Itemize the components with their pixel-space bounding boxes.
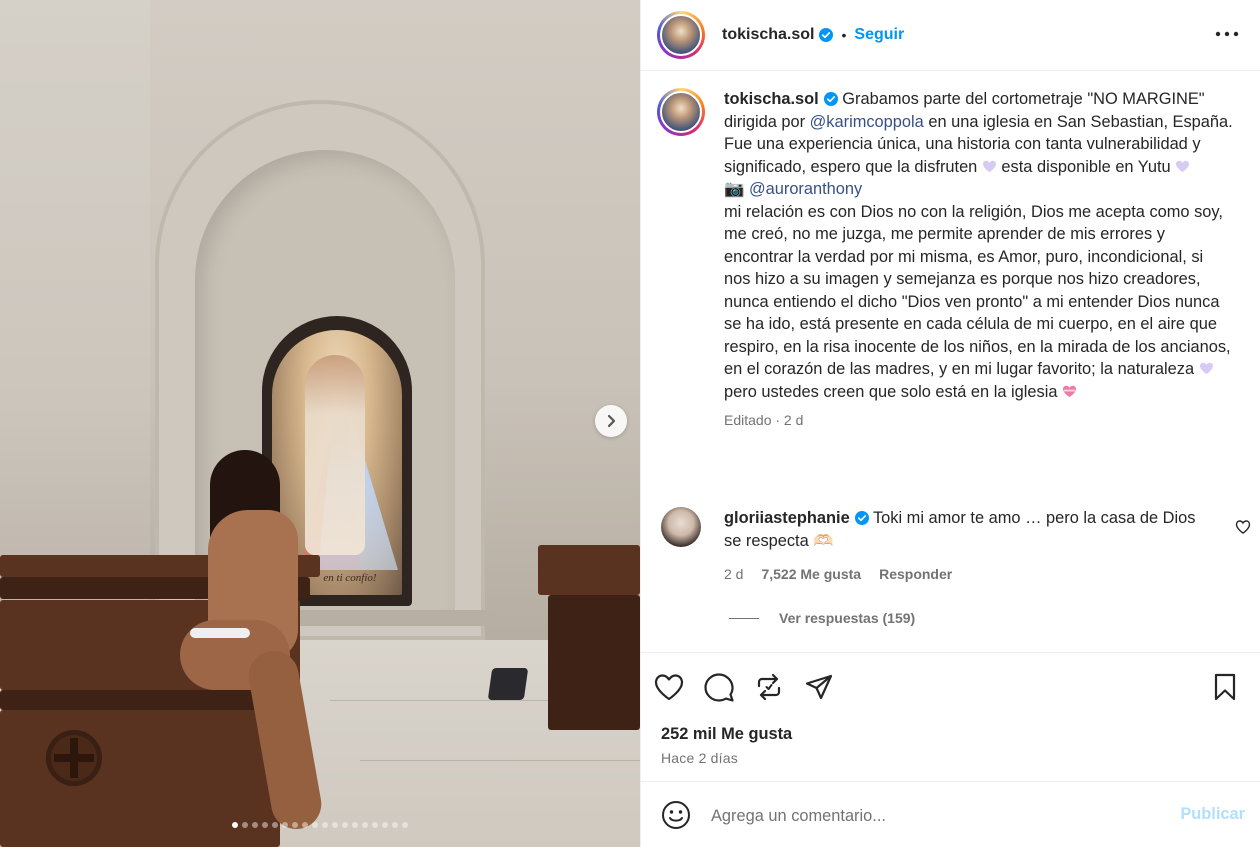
commenter-avatar[interactable] [661,507,701,547]
person-leg [244,647,326,833]
carousel-dot [372,822,378,828]
carousel-dot [332,822,338,828]
edited-label: Editado · 2 d [724,412,804,428]
verified-badge-icon [819,28,834,42]
caption-part: mi relación es con Dios no con la religi… [724,202,1231,379]
wall [0,0,150,600]
mention-link[interactable]: @karimcoppola [810,113,924,131]
pew-right [538,545,640,595]
carousel-dot [242,822,248,828]
carousel-dot [232,822,238,828]
caption-avatar[interactable] [657,88,705,136]
comment-time: 2 d [724,566,744,582]
emoji-icon[interactable] [661,800,691,830]
commenter-username[interactable]: gloriiastephanie [724,509,850,527]
carousel-dot [342,822,348,828]
comment-meta: 2 d 7,522 Me gusta Responder [724,563,1214,586]
pew-cross-carving [46,730,102,786]
carousel-dot [262,822,268,828]
heart-icon [654,674,684,701]
caption-username[interactable]: tokischa.sol [724,90,819,108]
caption: tokischa.sol Grabamos parte del cortomet… [657,88,1247,432]
caption-part: esta disponible en Yutu [996,157,1176,176]
caption-part: pero ustedes creen que solo está en la i… [724,382,1063,401]
floor-line [360,760,640,761]
replies-divider [729,617,759,619]
carousel-dot [362,822,368,828]
view-replies-label: Ver respuestas (159) [779,610,916,626]
carousel-dot [382,822,388,828]
author-avatar[interactable] [657,11,705,59]
comment-item: gloriiastephanie Toki mi amor te amo … p… [661,507,1251,586]
carousel-dot [312,822,318,828]
carousel-dot [352,822,358,828]
comments-section[interactable]: tokischa.sol Grabamos parte del cortomet… [641,72,1260,652]
heart-with-ribbon-icon [1063,385,1077,397]
purple-heart-icon [982,160,996,172]
header-separator: • [841,27,847,43]
comment-like-heart-icon[interactable] [1235,519,1251,535]
person-garment [190,628,250,638]
actions-bar: 252 mil Me gusta Hace 2 días [641,652,1260,782]
carousel-dot [252,822,258,828]
comment-body: gloriiastephanie Toki mi amor te amo … p… [724,507,1214,586]
post-media[interactable]: en ti confío! [0,0,640,847]
follow-button[interactable]: Seguir [854,26,904,44]
bookmark-icon [1214,673,1236,701]
person [180,450,360,840]
comment-button[interactable] [703,671,735,703]
post-details: tokischa.sol • Seguir tokischa.sol Graba… [640,0,1260,847]
carousel-dot [302,822,308,828]
verified-badge-icon [854,511,869,525]
comment-likes[interactable]: 7,522 Me gusta [761,563,861,586]
mention-link[interactable]: @auroranthony [749,180,862,198]
carousel-dot [272,822,278,828]
send-icon [805,674,833,700]
comment-input[interactable] [711,803,1161,829]
repost-button[interactable] [753,671,785,703]
carousel-dot [402,822,408,828]
chevron-right-icon [607,414,616,428]
verified-badge-icon [823,92,838,106]
purple-heart-icon [1176,160,1190,172]
comment-composer: Publicar [641,783,1260,847]
carousel-dot [322,822,328,828]
view-replies-button[interactable]: Ver respuestas (159) [729,610,915,626]
caption-text: tokischa.sol Grabamos parte del cortomet… [724,88,1234,432]
more-horizontal-icon [1215,31,1239,37]
carousel-next-button[interactable] [595,405,627,437]
purple-heart-icon [1199,362,1213,375]
post-comment-button[interactable]: Publicar [1180,805,1245,824]
camera-icon: 📷 [724,180,745,198]
comment-icon [704,673,734,702]
carousel-dot [292,822,298,828]
reply-button[interactable]: Responder [879,563,952,586]
bucket [487,668,529,700]
more-options-button[interactable] [1213,22,1241,46]
pew-right [548,595,640,730]
carousel-dot [392,822,398,828]
share-button[interactable] [803,671,835,703]
likes-count[interactable]: 252 mil Me gusta [661,725,792,744]
like-button[interactable] [653,671,685,703]
author-username[interactable]: tokischa.sol [722,26,814,44]
post-date: Hace 2 días [661,750,738,766]
carousel-dot [282,822,288,828]
carousel-indicator [0,822,640,828]
repost-icon [757,673,781,701]
save-button[interactable] [1209,671,1241,703]
post-header: tokischa.sol • Seguir [641,0,1260,71]
credit-line: 📷 @auroranthony [724,178,1234,201]
heart-hands-icon: 🫶🏻 [813,532,834,550]
